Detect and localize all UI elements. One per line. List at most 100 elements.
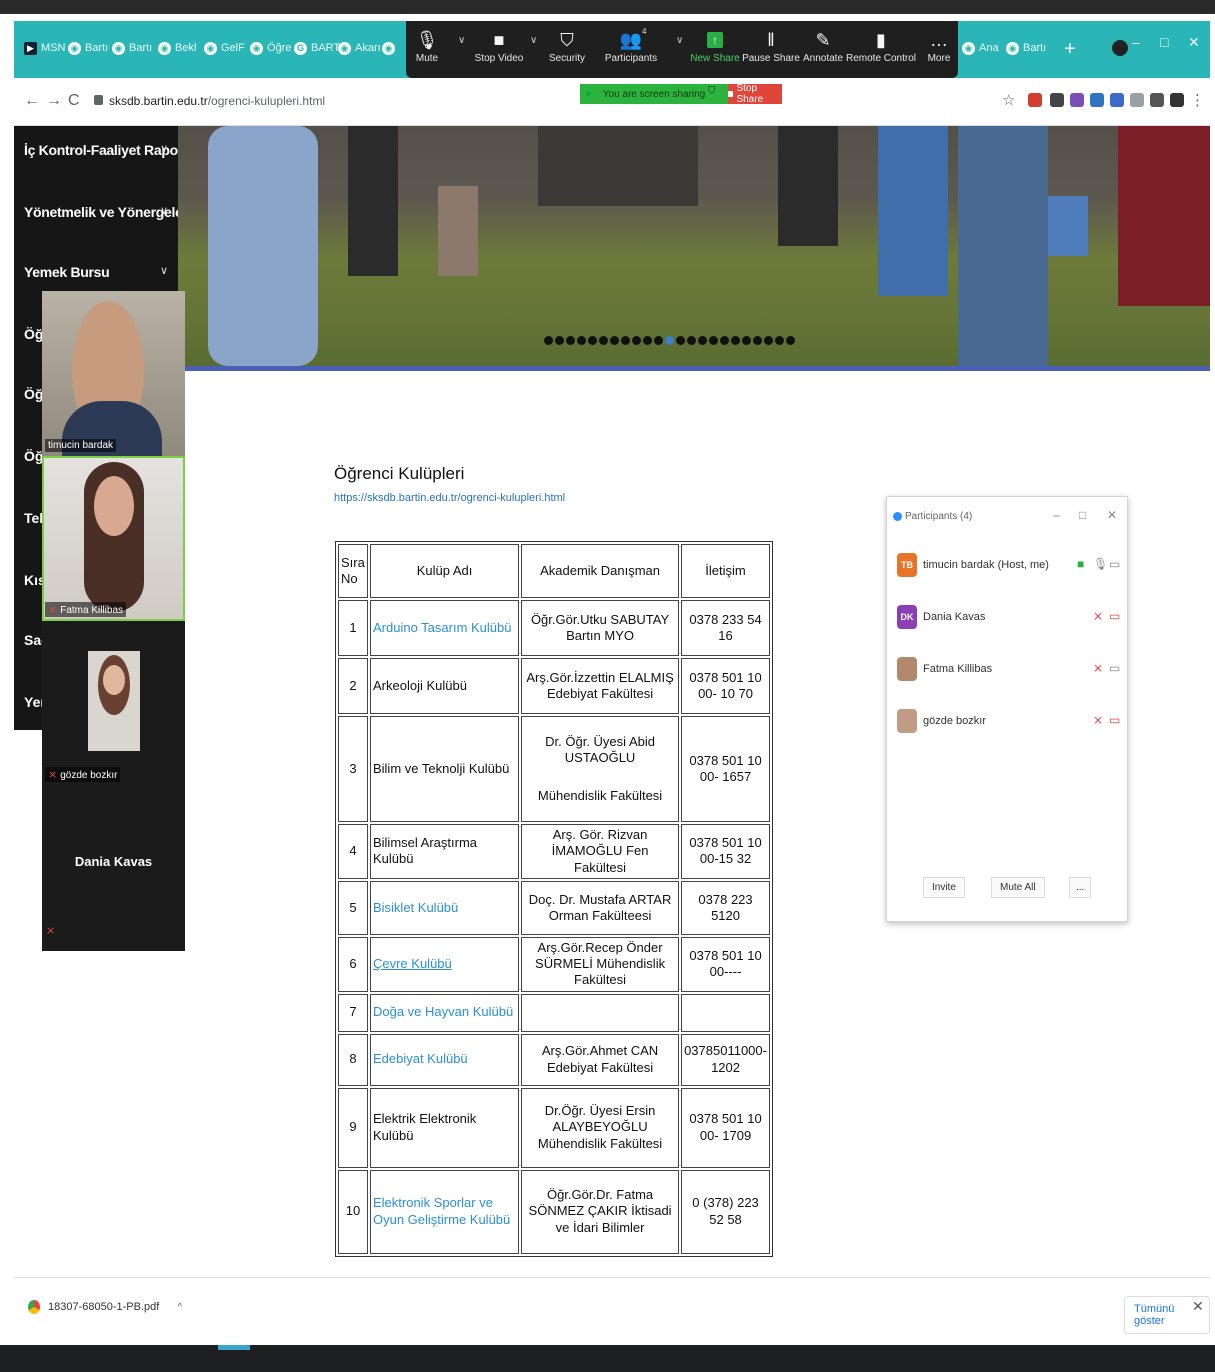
maximize-icon[interactable]: □ <box>1160 34 1168 50</box>
slider-dot[interactable] <box>577 336 586 345</box>
club-name-link[interactable]: Elektronik Sporlar ve Oyun Geliştirme Ku… <box>369 1169 520 1254</box>
extension-icon[interactable] <box>1090 93 1104 107</box>
participant-row[interactable]: gözde bozkır ⨯ ▭ <box>897 707 1120 737</box>
club-name-link[interactable]: Edebiyat Kulübü <box>369 1033 520 1086</box>
participant-row[interactable]: Fatma Killibas ⨯ ▭ <box>897 655 1120 685</box>
page-link[interactable]: https://sksdb.bartin.edu.tr/ogrenci-kulu… <box>334 492 565 504</box>
extension-icon[interactable] <box>1050 93 1064 107</box>
close-icon[interactable]: ✕ <box>1107 508 1117 522</box>
taskbar-accent <box>218 1345 250 1350</box>
annotate-button[interactable]: ✎ Annotate <box>792 27 854 75</box>
club-name-link[interactable]: Doğa ve Hayvan Kulübü <box>369 993 520 1032</box>
extension-icon[interactable] <box>1070 93 1084 107</box>
slider-dot[interactable] <box>566 336 575 345</box>
slider-pagination[interactable] <box>544 336 795 345</box>
url-field[interactable]: sksdb.bartin.edu.tr/ogrenci-kulupleri.ht… <box>109 94 325 108</box>
slider-dot[interactable] <box>698 336 707 345</box>
browser-tab[interactable]: ◉ GelF <box>204 30 245 66</box>
slider-dot[interactable] <box>676 336 685 345</box>
slider-dot[interactable] <box>764 336 773 345</box>
cell-no: 9 <box>338 1087 368 1168</box>
sidebar-item-stub[interactable]: Öğ <box>24 326 43 342</box>
stop-share-button[interactable]: Stop Share <box>728 83 782 105</box>
mute-button[interactable]: 🎙 Mute <box>396 27 458 75</box>
close-window-icon[interactable]: ✕ <box>1188 34 1200 51</box>
browser-tab[interactable]: G BART <box>294 30 340 66</box>
reload-icon[interactable]: C <box>68 92 80 110</box>
close-downloads-icon[interactable]: ✕ <box>1192 1298 1204 1315</box>
slider-dot[interactable] <box>544 336 553 345</box>
participants-button[interactable]: 👥 Participants <box>600 27 662 75</box>
bookmark-star-icon[interactable]: ☆ <box>1002 91 1015 109</box>
more-button[interactable]: … More <box>908 27 970 75</box>
extension-icon[interactable] <box>1170 93 1184 107</box>
browser-tab[interactable]: ◉ <box>382 30 395 66</box>
slider-dot-active[interactable] <box>665 336 674 345</box>
sidebar-item-ic-kontrol[interactable]: İç Kontrol-Faaliyet Rapori... ∨ <box>24 142 198 158</box>
chevron-down-icon[interactable]: ∨ <box>676 35 683 46</box>
browser-tab[interactable]: ▶ MSN <box>24 30 65 66</box>
sidebar-item-stub[interactable]: Öğ <box>24 448 43 464</box>
video-tile[interactable]: Dania Kavas ⨯ <box>42 786 185 951</box>
participant-row[interactable]: TB timucin bardak (Host, me) ■ 🎙 ▭ <box>897 551 1120 581</box>
video-tile[interactable]: ⨯ Fatma Killibas <box>42 456 185 621</box>
browser-tab[interactable]: ◉ Bartı <box>112 30 152 66</box>
slider-dot[interactable] <box>742 336 751 345</box>
extension-icon[interactable] <box>1110 93 1124 107</box>
video-tile[interactable]: ⨯ gözde bozkır <box>42 621 185 786</box>
more-options-button[interactable]: ... <box>1069 877 1092 898</box>
minimize-icon[interactable]: – <box>1132 34 1140 50</box>
menu-kebab-icon[interactable]: ⋮ <box>1190 91 1205 109</box>
invite-button[interactable]: Invite <box>923 877 965 898</box>
slider-dot[interactable] <box>775 336 784 345</box>
slider-dot[interactable] <box>720 336 729 345</box>
maximize-icon[interactable]: □ <box>1079 508 1086 522</box>
browser-tab[interactable]: ◉ Öğre <box>250 30 291 66</box>
download-item[interactable]: 18307-68050-1-PB.pdf ^ <box>28 1300 182 1314</box>
chevron-up-icon[interactable]: ^ <box>177 1302 182 1313</box>
participant-row[interactable]: DK Dania Kavas ⨯ ▭ <box>897 603 1120 633</box>
sidebar-item-yemek-bursu[interactable]: Yemek Bursu ∨ <box>24 264 168 280</box>
slider-dot[interactable] <box>555 336 564 345</box>
browser-tab[interactable]: ◉ Bartı <box>68 30 108 66</box>
slider-dot[interactable] <box>621 336 630 345</box>
chevron-down-icon[interactable]: ∨ <box>458 35 465 46</box>
club-name-link[interactable]: Arduino Tasarım Kulübü <box>369 600 520 656</box>
extension-icon[interactable] <box>1130 93 1144 107</box>
slider-dot[interactable] <box>687 336 696 345</box>
browser-tab[interactable]: ◉ Bartı <box>1006 30 1046 66</box>
browser-tab[interactable]: ◉ Bekl <box>158 30 196 66</box>
slider-dot[interactable] <box>786 336 795 345</box>
extension-icon[interactable] <box>1028 93 1042 107</box>
sidebar-item-stub[interactable]: Öğ <box>24 386 43 402</box>
video-tile-name: ⨯ Fatma Killibas <box>45 602 127 617</box>
slider-dot[interactable] <box>610 336 619 345</box>
remote-control-button[interactable]: ▮ Remote Control <box>846 27 916 75</box>
club-name-link[interactable]: Çevre Kulübü <box>369 936 520 992</box>
puzzle-icon[interactable] <box>1150 93 1164 107</box>
new-tab-button[interactable]: + <box>1064 38 1076 61</box>
browser-tab[interactable]: ◉ Akarı <box>338 30 381 66</box>
profile-icon[interactable] <box>1112 40 1128 56</box>
slider-dot[interactable] <box>731 336 740 345</box>
slider-dot[interactable] <box>599 336 608 345</box>
slider-dot[interactable] <box>654 336 663 345</box>
muted-microphone-icon: ⨯ <box>1093 661 1104 675</box>
forward-icon[interactable]: → <box>46 92 62 110</box>
slider-dot[interactable] <box>588 336 597 345</box>
new-share-button[interactable]: ↑ New Share <box>684 27 746 75</box>
share-screen-icon: ↑ <box>707 32 723 48</box>
slider-dot[interactable] <box>709 336 718 345</box>
minimize-icon[interactable]: – <box>1053 508 1060 522</box>
club-name-link[interactable]: Bisiklet Kulübü <box>369 880 520 935</box>
mouse-icon: ▮ <box>876 29 886 50</box>
sidebar-item-yonetmelik[interactable]: Yönetmelik ve Yönergeler ∨ <box>24 204 188 220</box>
slider-dot[interactable] <box>753 336 762 345</box>
mute-all-button[interactable]: Mute All <box>991 877 1045 898</box>
slider-dot[interactable] <box>643 336 652 345</box>
back-icon[interactable]: ← <box>24 92 40 110</box>
video-tile[interactable]: timucin bardak <box>42 291 185 456</box>
slider-dot[interactable] <box>632 336 641 345</box>
stop-video-button[interactable]: ■ Stop Video <box>468 27 530 75</box>
security-button[interactable]: ⛉ Security <box>536 27 598 75</box>
